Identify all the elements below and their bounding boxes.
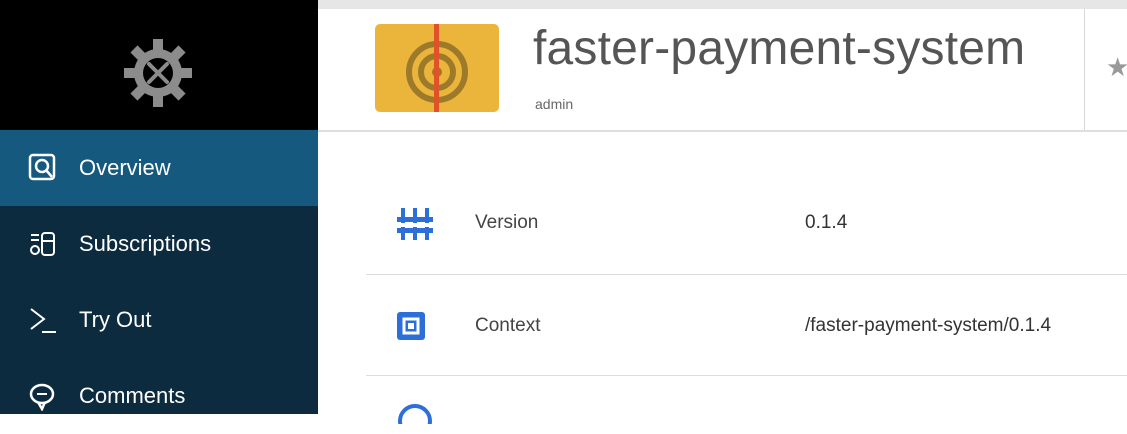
sidebar-logo[interactable] [0, 0, 318, 130]
detail-value: /faster-payment-system/0.1.4 [805, 315, 1052, 336]
row-divider [366, 375, 1127, 376]
sidebar-item-label: Try Out [79, 307, 152, 332]
detail-row-version: Version 0.1.4 [366, 173, 1127, 273]
api-logo-icon [406, 24, 468, 112]
sidebar-item-label: Overview [79, 155, 171, 180]
header-divider [1084, 9, 1085, 131]
context-icon [397, 312, 425, 340]
sidebar-item-comments[interactable]: Comments [0, 358, 318, 434]
sidebar-item-subscriptions[interactable]: Subscriptions [0, 206, 318, 282]
star-icon[interactable]: ★ [1106, 52, 1127, 83]
sidebar-item-label: Subscriptions [79, 231, 212, 256]
terminal-icon [30, 308, 56, 333]
detail-row-context: Context /faster-payment-system/0.1.4 [366, 276, 1127, 376]
subscriptions-icon [30, 232, 55, 256]
detail-value: 0.1.4 [805, 212, 848, 233]
sidebar-item-label: Comments [79, 383, 186, 408]
top-border [318, 0, 1127, 9]
sidebar-item-try-out[interactable]: Try Out [0, 282, 318, 358]
header-bottom-border [318, 130, 1127, 132]
sidebar-item-overview[interactable]: Overview [0, 130, 318, 206]
api-owner: admin [535, 96, 574, 112]
gear-tools-icon [124, 39, 192, 107]
version-icon [397, 208, 433, 240]
sidebar: Overview Subscriptions Try Out Comments [0, 0, 318, 414]
detail-label: Version [475, 212, 539, 233]
api-thumbnail [375, 24, 499, 112]
detail-label: Context [475, 315, 541, 336]
api-title: faster-payment-system [533, 22, 1026, 75]
comment-icon [29, 383, 55, 411]
row-divider [366, 274, 1127, 275]
info-icon [398, 404, 432, 424]
overview-icon [28, 153, 56, 181]
